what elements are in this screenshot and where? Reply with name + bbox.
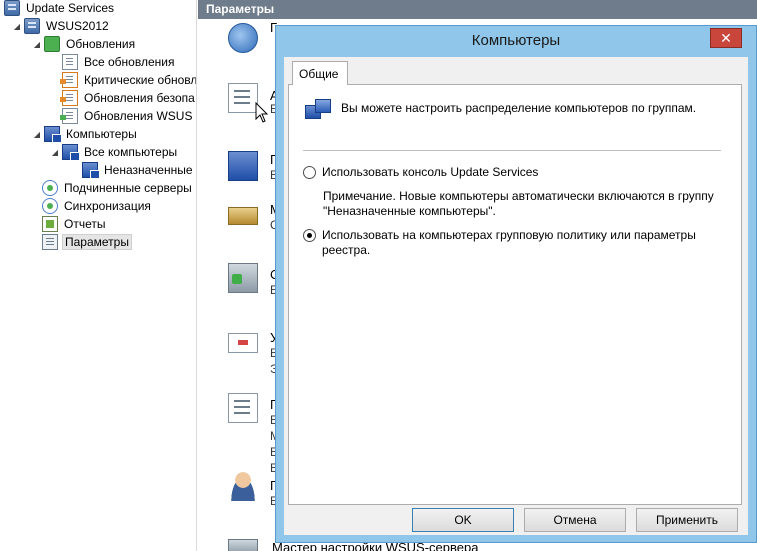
navigation-tree: Update Services ◢ WSUS2012 ◢ Обновления …	[0, 0, 197, 551]
tree-node-downstream-servers[interactable]: Подчиненные серверы	[42, 179, 194, 197]
note-text: Примечание. Новые компьютеры автоматичес…	[323, 189, 714, 218]
tree-node-computers[interactable]: ◢ Компьютеры	[32, 125, 139, 143]
computer-group-icon	[62, 144, 80, 161]
reporting-rollup-icon	[228, 393, 258, 423]
tree-node-unassigned[interactable]: Неназначенные	[82, 161, 195, 179]
updates-icon	[44, 36, 60, 52]
computers-option-icon	[228, 151, 258, 181]
computers-info-icon	[305, 99, 331, 121]
radio-use-console[interactable]	[303, 166, 316, 179]
wsus-wizard-icon	[228, 539, 258, 551]
computer-group-icon	[82, 162, 100, 179]
reports-icon	[42, 216, 58, 232]
tree-node-wsus-server[interactable]: ◢ WSUS2012	[12, 17, 111, 35]
update-list-icon	[62, 54, 78, 70]
update-services-icon	[4, 0, 20, 16]
computers-icon	[44, 126, 62, 143]
dialog-content: Общие Вы можете настроить распределение …	[284, 57, 748, 535]
products-classifications-icon	[228, 83, 258, 113]
tree-node-wsus-updates[interactable]: Обновления WSUS	[60, 107, 194, 125]
radio-use-group-policy[interactable]	[303, 229, 316, 242]
collapse-arrow-icon[interactable]: ◢	[32, 130, 42, 139]
options-item[interactable]	[228, 23, 262, 57]
collapse-arrow-icon[interactable]: ◢	[32, 40, 42, 49]
options-item[interactable]	[228, 263, 262, 297]
separator	[303, 150, 721, 151]
options-item[interactable]	[228, 151, 262, 185]
general-tab-page: Вы можете настроить распределение компью…	[288, 84, 742, 505]
tab-general[interactable]: Общие	[292, 61, 348, 85]
tree-node-synchronization[interactable]: Синхронизация	[42, 197, 153, 215]
update-files-icon	[228, 207, 258, 225]
options-item[interactable]	[228, 523, 262, 551]
options-item[interactable]	[228, 199, 262, 233]
tree-node-options[interactable]: Параметры	[42, 233, 132, 251]
update-source-icon	[228, 23, 258, 53]
tree-node-all-updates[interactable]: Все обновления	[62, 53, 176, 71]
collapse-arrow-icon[interactable]: ◢	[12, 22, 22, 31]
dialog-title: Компьютеры	[471, 32, 561, 49]
computers-dialog: Компьютеры ✕ Общие Вы можете настроить р…	[275, 25, 757, 543]
dialog-buttons: OK Отмена Применить	[284, 508, 748, 532]
security-updates-icon	[60, 90, 78, 106]
apply-button[interactable]: Применить	[636, 508, 738, 532]
tree-node-all-computers[interactable]: ◢ Все компьютеры	[50, 143, 179, 161]
tree-node-update-services[interactable]: Update Services	[4, 0, 116, 17]
email-notifications-icon	[228, 333, 258, 353]
options-icon	[42, 234, 58, 250]
downstream-servers-icon	[42, 180, 58, 196]
close-button[interactable]: ✕	[710, 28, 742, 48]
info-text: Вы можете настроить распределение компью…	[341, 101, 697, 115]
tree-node-updates[interactable]: ◢ Обновления	[32, 35, 137, 53]
panel-header: Параметры	[198, 0, 757, 19]
server-icon	[24, 18, 40, 34]
synchronization-icon	[42, 198, 58, 214]
tree-node-reports[interactable]: Отчеты	[42, 215, 107, 233]
collapse-arrow-icon[interactable]: ◢	[50, 148, 60, 157]
sync-schedule-icon	[228, 263, 258, 293]
critical-updates-icon	[60, 72, 78, 88]
personalization-icon	[228, 471, 258, 501]
wsus-updates-icon	[60, 108, 78, 124]
option-use-console[interactable]: Использовать консоль Update Services	[303, 165, 722, 180]
ok-button[interactable]: OK	[412, 508, 514, 532]
tree-node-security-updates[interactable]: Обновления безопа	[60, 89, 196, 107]
tree-node-critical-updates[interactable]: Критические обновл	[60, 71, 196, 89]
options-item[interactable]	[228, 393, 262, 427]
cancel-button[interactable]: Отмена	[524, 508, 626, 532]
options-item[interactable]	[228, 327, 262, 361]
options-item[interactable]	[228, 471, 262, 505]
option-use-group-policy[interactable]: Использовать на компьютерах групповую по…	[303, 228, 722, 258]
